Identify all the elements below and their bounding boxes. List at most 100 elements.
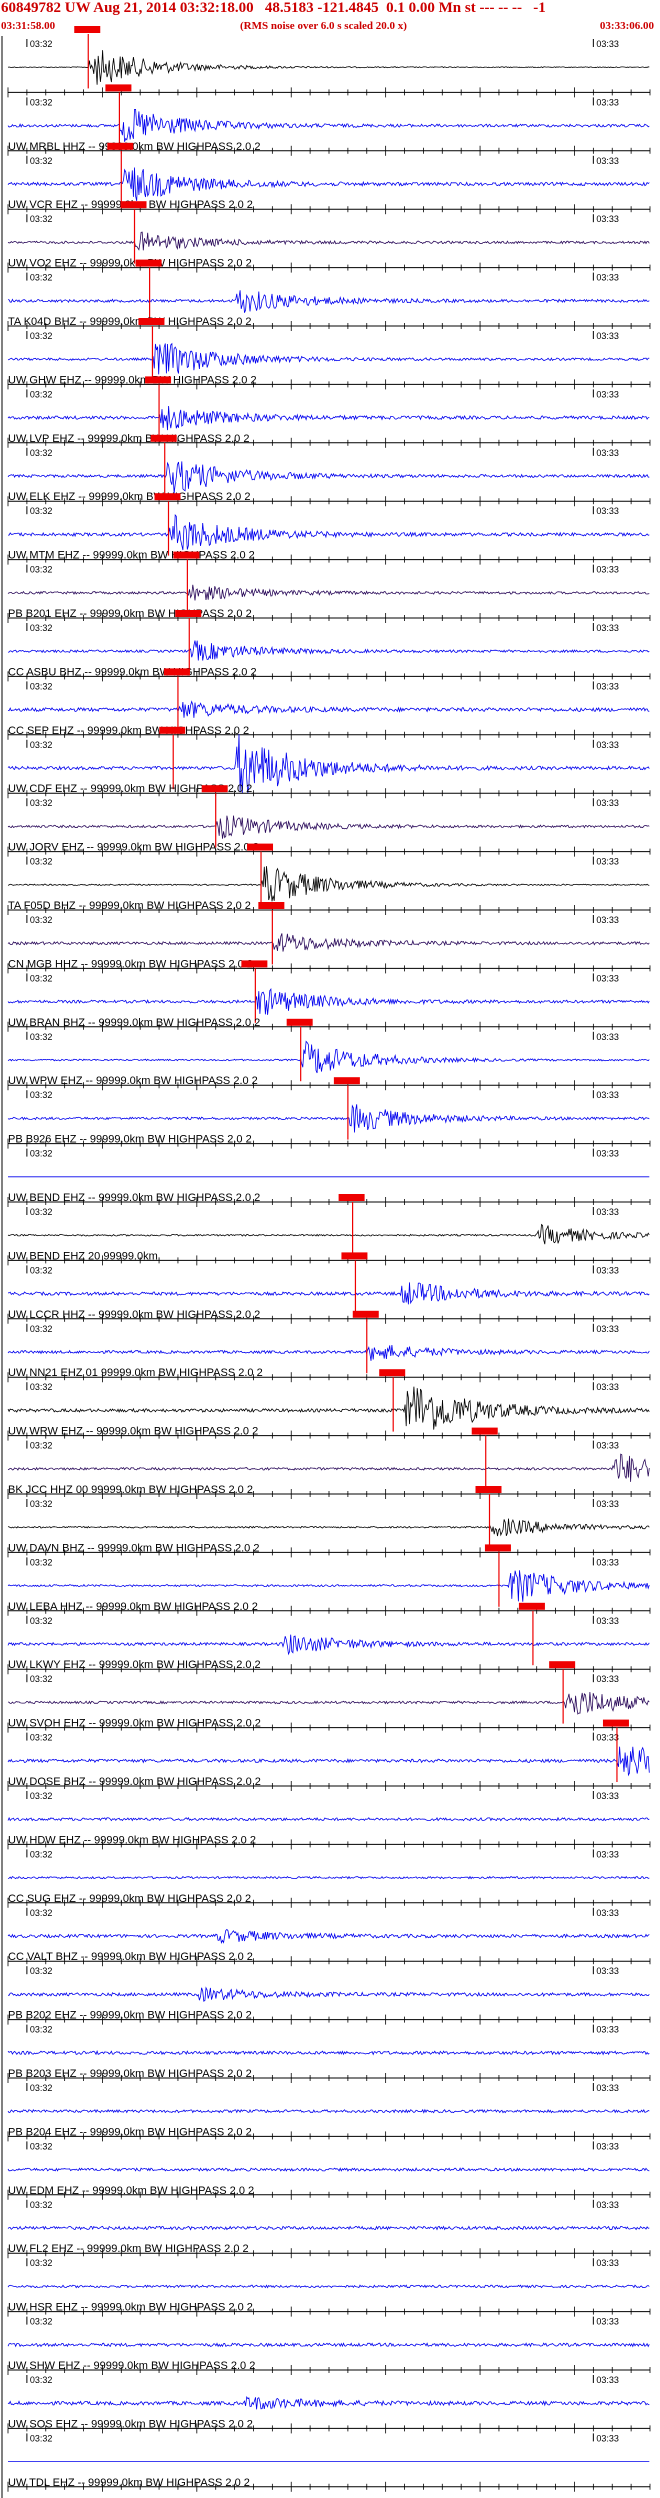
waveform-trace: [7, 1634, 650, 1656]
waveform-trace: [7, 1691, 650, 1715]
tick-label-left: 03:32: [30, 1265, 53, 1275]
tick-label-right: 03:33: [596, 2141, 619, 2151]
tick-label-right: 03:33: [596, 2083, 619, 2093]
tick-label-left: 03:32: [30, 1733, 53, 1743]
waveform-trace: [7, 231, 650, 251]
p-pick-flag: [120, 201, 147, 209]
p-pick-flag: [138, 318, 165, 325]
station-label: CC VALT BHZ -- 99999.0km BW HIGHPASS 2.0…: [8, 1951, 253, 1963]
tick-label-right: 03:33: [596, 798, 619, 808]
tick-label-left: 03:32: [30, 1674, 53, 1684]
station-label: UW DAVN BHZ -- 99999.0km BW HIGHPASS 2.0…: [8, 1542, 259, 1554]
p-pick-flag: [602, 1719, 629, 1727]
tick-label-left: 03:32: [30, 156, 53, 166]
tick-label-left: 03:32: [30, 798, 53, 808]
station-label: CC SEP EHZ -- 99999.0km BW HIGHPASS 2.0 …: [8, 725, 249, 737]
station-label: UW SHW EHZ -- 99999.0km BW HIGHPASS 2.0 …: [8, 2360, 255, 2372]
waveform-trace: [7, 987, 650, 1015]
tick-label-right: 03:33: [596, 39, 619, 49]
tick-label-left: 03:32: [30, 1324, 53, 1334]
tick-label-left: 03:32: [30, 1908, 53, 1918]
p-pick-flag: [341, 1252, 368, 1260]
p-pick-flag: [258, 902, 285, 909]
p-pick-flag: [173, 551, 200, 559]
tick-label-right: 03:33: [596, 1090, 619, 1100]
p-pick-flag: [154, 493, 181, 501]
station-label: UW VO2 EHZ -- 99999.0km BW HIGHPASS 2.0 …: [8, 258, 252, 270]
tick-label-right: 03:33: [596, 1499, 619, 1509]
tick-label-right: 03:33: [596, 389, 619, 399]
tick-label-right: 03:33: [596, 1149, 619, 1159]
waveform-trace: [7, 1570, 650, 1602]
waveform-trace: [7, 866, 650, 902]
waveform-trace: [7, 50, 650, 85]
waveform-trace: [7, 1386, 650, 1430]
waveform-trace: [7, 1282, 650, 1305]
tick-label-left: 03:32: [30, 2141, 53, 2151]
tick-label-left: 03:32: [30, 857, 53, 867]
tick-label-right: 03:33: [596, 2200, 619, 2210]
waveform-trace: [7, 290, 650, 313]
station-label: UW BEND EHZ 20 99999.0km: [8, 1250, 158, 1262]
tick-label-right: 03:33: [596, 740, 619, 750]
tick-label-right: 03:33: [596, 2433, 619, 2443]
p-pick-flag: [74, 26, 101, 33]
tick-label-left: 03:32: [30, 1791, 53, 1801]
p-pick-flag: [471, 1427, 498, 1435]
tick-label-right: 03:33: [596, 1441, 619, 1451]
waveform-trace: [7, 167, 650, 201]
tick-label-right: 03:33: [596, 915, 619, 925]
tick-label-left: 03:32: [30, 1149, 53, 1159]
tick-label-left: 03:32: [30, 2317, 53, 2327]
p-pick-flag: [549, 1661, 576, 1669]
tick-label-left: 03:32: [30, 565, 53, 575]
waveform-trace: [7, 933, 650, 952]
p-pick-flag: [241, 960, 268, 968]
tick-label-right: 03:33: [596, 214, 619, 224]
waveform-trace: [7, 2284, 650, 2289]
tick-label-right: 03:33: [596, 973, 619, 983]
tick-label-left: 03:32: [30, 623, 53, 633]
waveform-trace: [7, 1345, 650, 1361]
station-label: UW MTM EHZ -- 99999.0km BW HIGHPASS 2.0 …: [8, 550, 255, 562]
waveform-trace: [7, 1928, 650, 1945]
waveform-trace: [7, 1453, 650, 1482]
station-label: TA K04D BHZ -- 99999.0km BW HIGHPASS 2.0…: [8, 316, 252, 328]
station-label: UW WRW EHZ -- 99999.0km BW HIGHPASS 2.0 …: [8, 1426, 258, 1438]
station-label: PB B203 EHZ -- 99999.0km BW HIGHPASS 2.0…: [8, 2068, 252, 2080]
tick-label-right: 03:33: [596, 1265, 619, 1275]
tick-label-left: 03:32: [30, 1207, 53, 1217]
waveform-trace: [7, 109, 650, 142]
tick-label-right: 03:33: [596, 97, 619, 107]
station-label: UW WPW EHZ -- 99999.0km BW HIGHPASS 2.0 …: [8, 1075, 258, 1087]
tick-label-right: 03:33: [596, 331, 619, 341]
waveform-trace: [7, 461, 650, 494]
station-label: PB B202 EHZ -- 99999.0km BW HIGHPASS 2.0…: [8, 2010, 252, 2022]
station-label: UW DOSE BHZ -- 99999.0km BW HIGHPASS 2.0…: [8, 1776, 261, 1788]
tick-label-right: 03:33: [596, 1791, 619, 1801]
waveform-trace: [7, 584, 650, 601]
p-pick-flag: [518, 1602, 545, 1610]
tick-label-right: 03:33: [596, 1733, 619, 1743]
tick-label-left: 03:32: [30, 39, 53, 49]
p-pick-flag: [484, 1544, 511, 1552]
waveform-trace: [7, 2050, 650, 2056]
waveform-trace: [7, 405, 650, 431]
station-label: UW HDW EHZ -- 99999.0km BW HIGHPASS 2.0 …: [8, 1834, 256, 1846]
tick-label-right: 03:33: [596, 1557, 619, 1567]
station-label: BK JCC HHZ 00 99999.0km BW HIGHPASS 2.0 …: [8, 1484, 253, 1496]
tick-label-left: 03:32: [30, 506, 53, 516]
tick-label-left: 03:32: [30, 1090, 53, 1100]
tick-label-right: 03:33: [596, 1674, 619, 1684]
tick-label-left: 03:32: [30, 740, 53, 750]
station-label: TA F05D BHZ -- 99999.0km BW HIGHPASS 2.0…: [8, 900, 251, 912]
station-label: CC SUG EHZ -- 99999.0km BW HIGHPASS 2.0 …: [8, 1893, 251, 1905]
tick-label-left: 03:32: [30, 214, 53, 224]
station-label: UW NN21 EHZ 01 99999.0km BW HIGHPASS 2.0…: [8, 1367, 263, 1379]
tick-label-right: 03:33: [596, 857, 619, 867]
tick-label-left: 03:32: [30, 681, 53, 691]
seismogram-chart: 03:32 03:33 03:32 03:33 UW MRBL HHZ -- 99999…: [1, 26, 651, 2498]
p-pick-flag: [247, 843, 274, 851]
station-label: UW ELK EHZ -- 99999.0km BW HIGHPASS 2.0 …: [8, 491, 250, 503]
tick-label-left: 03:32: [30, 1966, 53, 1976]
